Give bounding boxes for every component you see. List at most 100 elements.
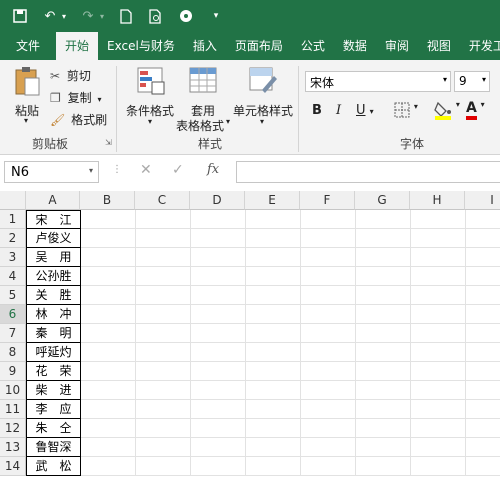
- tab-data[interactable]: 数据: [334, 32, 376, 60]
- empty-cell[interactable]: [466, 457, 500, 476]
- row-header[interactable]: 7: [0, 324, 26, 343]
- empty-cell[interactable]: [246, 229, 301, 248]
- empty-cell[interactable]: [466, 267, 500, 286]
- empty-cell[interactable]: [136, 457, 191, 476]
- empty-cell[interactable]: [136, 419, 191, 438]
- name-cell[interactable]: 吴 用: [26, 248, 81, 267]
- touch-mode-icon[interactable]: [176, 6, 196, 26]
- italic-button[interactable]: I: [336, 103, 341, 118]
- empty-cell[interactable]: [136, 210, 191, 229]
- chevron-down-icon[interactable]: ▾: [481, 100, 485, 109]
- empty-cell[interactable]: [411, 248, 466, 267]
- empty-cell[interactable]: [356, 286, 411, 305]
- tab-formulas[interactable]: 公式: [292, 32, 334, 60]
- empty-cell[interactable]: [411, 305, 466, 324]
- empty-cell[interactable]: [411, 267, 466, 286]
- insert-function-icon[interactable]: fx: [207, 162, 219, 177]
- empty-cell[interactable]: [301, 210, 356, 229]
- underline-button[interactable]: U ▾: [356, 103, 374, 118]
- empty-cell[interactable]: [246, 400, 301, 419]
- empty-cell[interactable]: [301, 305, 356, 324]
- empty-cell[interactable]: [191, 400, 246, 419]
- save-icon[interactable]: [10, 6, 30, 26]
- name-cell[interactable]: 公孙胜: [26, 267, 81, 286]
- column-header-b[interactable]: B: [80, 191, 135, 210]
- empty-cell[interactable]: [301, 457, 356, 476]
- font-color-button[interactable]: A ▾: [466, 100, 485, 120]
- empty-cell[interactable]: [246, 286, 301, 305]
- empty-cell[interactable]: [191, 419, 246, 438]
- empty-cell[interactable]: [411, 419, 466, 438]
- empty-cell[interactable]: [301, 419, 356, 438]
- empty-cell[interactable]: [191, 229, 246, 248]
- tab-excel-finance[interactable]: Excel与财务: [98, 32, 184, 60]
- empty-cell[interactable]: [81, 324, 136, 343]
- empty-cell[interactable]: [356, 343, 411, 362]
- empty-cell[interactable]: [411, 381, 466, 400]
- empty-cell[interactable]: [301, 286, 356, 305]
- cell-styles-button[interactable]: 单元格样式 ▾: [233, 66, 293, 126]
- row-header[interactable]: 14: [0, 457, 26, 476]
- select-all-corner[interactable]: [0, 191, 26, 210]
- empty-cell[interactable]: [356, 400, 411, 419]
- empty-cell[interactable]: [301, 400, 356, 419]
- customize-qat-icon[interactable]: ▾: [206, 6, 226, 26]
- name-cell[interactable]: 武 松: [26, 457, 81, 476]
- name-cell[interactable]: 秦 明: [26, 324, 81, 343]
- empty-cell[interactable]: [136, 248, 191, 267]
- empty-cell[interactable]: [301, 438, 356, 457]
- tab-view[interactable]: 视图: [418, 32, 460, 60]
- empty-cell[interactable]: [411, 457, 466, 476]
- fill-color-button[interactable]: ▾: [434, 100, 460, 123]
- empty-cell[interactable]: [246, 248, 301, 267]
- empty-cell[interactable]: [191, 248, 246, 267]
- row-header[interactable]: 8: [0, 343, 26, 362]
- empty-cell[interactable]: [191, 210, 246, 229]
- column-header-h[interactable]: H: [410, 191, 465, 210]
- empty-cell[interactable]: [136, 362, 191, 381]
- column-header-d[interactable]: D: [190, 191, 245, 210]
- empty-cell[interactable]: [81, 305, 136, 324]
- empty-cell[interactable]: [136, 267, 191, 286]
- empty-cell[interactable]: [466, 210, 500, 229]
- empty-cell[interactable]: [301, 248, 356, 267]
- row-header[interactable]: 11: [0, 400, 26, 419]
- chevron-down-icon[interactable]: ▾: [482, 75, 486, 84]
- row-header[interactable]: 1: [0, 210, 26, 229]
- column-header-i[interactable]: I: [465, 191, 500, 210]
- empty-cell[interactable]: [81, 362, 136, 381]
- name-cell[interactable]: 林 冲: [26, 305, 81, 324]
- empty-cell[interactable]: [81, 286, 136, 305]
- empty-cell[interactable]: [81, 210, 136, 229]
- empty-cell[interactable]: [246, 457, 301, 476]
- empty-cell[interactable]: [81, 248, 136, 267]
- empty-cell[interactable]: [466, 343, 500, 362]
- empty-cell[interactable]: [466, 286, 500, 305]
- empty-cell[interactable]: [136, 381, 191, 400]
- empty-cell[interactable]: [411, 210, 466, 229]
- empty-cell[interactable]: [246, 343, 301, 362]
- clipboard-launcher-icon[interactable]: ⇲: [105, 138, 112, 147]
- empty-cell[interactable]: [136, 305, 191, 324]
- empty-cell[interactable]: [356, 419, 411, 438]
- empty-cell[interactable]: [411, 324, 466, 343]
- empty-cell[interactable]: [136, 286, 191, 305]
- row-header[interactable]: 5: [0, 286, 26, 305]
- font-name-select[interactable]: 宋体 ▾: [305, 71, 451, 92]
- empty-cell[interactable]: [191, 267, 246, 286]
- borders-button[interactable]: ▾: [394, 102, 418, 121]
- name-cell[interactable]: 鲁智深: [26, 438, 81, 457]
- paste-button[interactable]: 粘贴 ▾: [10, 66, 44, 125]
- formula-input[interactable]: [236, 161, 500, 183]
- chevron-down-icon[interactable]: ▾: [370, 107, 374, 116]
- empty-cell[interactable]: [411, 229, 466, 248]
- empty-cell[interactable]: [136, 324, 191, 343]
- empty-cell[interactable]: [81, 419, 136, 438]
- empty-cell[interactable]: [191, 324, 246, 343]
- empty-cell[interactable]: [466, 305, 500, 324]
- chevron-down-icon[interactable]: ▾: [414, 102, 418, 111]
- worksheet-grid[interactable]: ABCDEFGHI 1宋 江 2 卢俊义 3 吴 用 4 公孙胜 5 关 胜6林 冲7秦 明8呼…: [0, 191, 500, 480]
- empty-cell[interactable]: [356, 362, 411, 381]
- name-cell[interactable]: 李 应: [26, 400, 81, 419]
- empty-cell[interactable]: [246, 381, 301, 400]
